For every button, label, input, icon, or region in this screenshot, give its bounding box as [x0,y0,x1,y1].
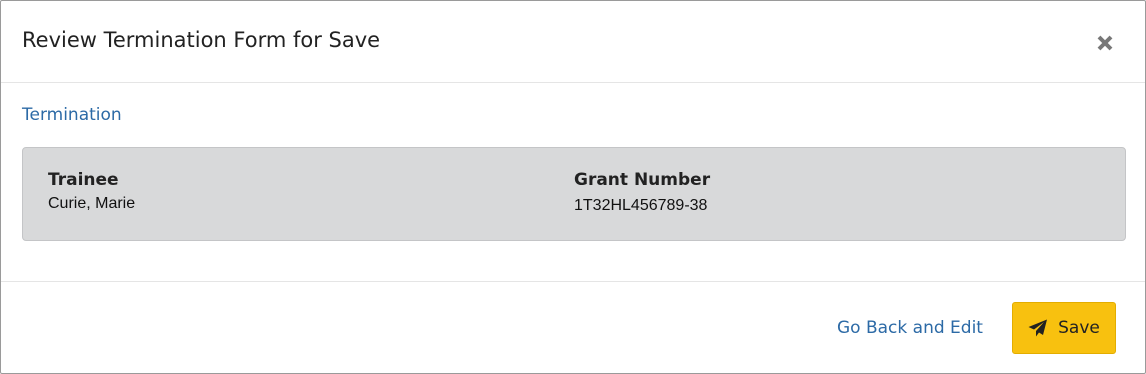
review-termination-dialog: Review Termination Form for Save Termina… [0,0,1146,374]
close-icon [1092,29,1118,57]
trainee-field: Trainee Curie, Marie [48,168,135,215]
termination-summary-panel: Trainee Curie, Marie Grant Number 1T32HL… [22,147,1126,241]
dialog-title: Review Termination Form for Save [22,28,381,52]
dialog-body: Termination Trainee Curie, Marie Grant N… [1,83,1145,280]
save-button-label: Save [1058,318,1100,338]
section-title: Termination [22,105,122,125]
grant-number-label: Grant Number [574,170,711,190]
grant-number-field: Grant Number 1T32HL456789-38 [574,168,710,217]
paper-plane-icon [1028,319,1048,337]
trainee-value: Curie, Marie [48,195,136,212]
save-button[interactable]: Save [1012,302,1116,354]
dialog-footer: Go Back and Edit Save [1,281,1145,374]
close-button[interactable] [1092,29,1118,57]
go-back-and-edit-link[interactable]: Go Back and Edit [837,318,983,338]
dialog-header: Review Termination Form for Save [1,1,1145,83]
trainee-label: Trainee [48,170,119,190]
grant-number-value: 1T32HL456789-38 [574,197,708,214]
